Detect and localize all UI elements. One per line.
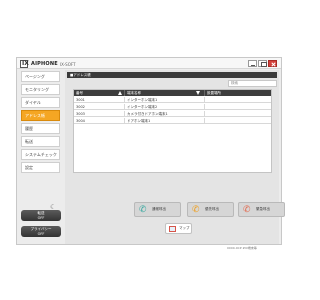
minimize-button[interactable] <box>248 60 257 67</box>
phone-icon: ✆ <box>139 205 147 215</box>
sidebar: ページング モニタリング ダイヤル アドレス帳 履歴 転送 システムチェック 設… <box>21 71 60 175</box>
cell-location <box>204 97 271 103</box>
column-header-location[interactable]: 設置場所 <box>204 90 271 96</box>
sidebar-item-address-book[interactable]: アドレス帳 <box>21 110 60 121</box>
cell-name: インターホン端末1 <box>124 97 204 103</box>
brand-name: AIPHONE <box>31 61 58 67</box>
table-row[interactable]: 3002 インターホン端末2 <box>74 104 271 110</box>
sort-desc-icon[interactable] <box>196 91 200 95</box>
sidebar-item-system-check[interactable]: システムチェック <box>21 149 60 160</box>
sort-asc-icon[interactable] <box>118 91 122 95</box>
transfer-toggle-state: OFF <box>37 215 45 220</box>
product-name: IX-SOFT <box>60 61 76 67</box>
search-input[interactable]: 検索 <box>228 80 277 87</box>
map-icon <box>169 225 176 232</box>
table-row[interactable]: 3003 カメラ付きドアホン端末1 <box>74 111 271 117</box>
sidebar-item-history[interactable]: 履歴 <box>21 123 60 134</box>
table-header-row: 番号 端末名称 設置場所 <box>74 90 271 96</box>
sidebar-item-dial[interactable]: ダイヤル <box>21 97 60 108</box>
maximize-button[interactable] <box>258 60 267 67</box>
cell-location <box>204 104 271 110</box>
priority-call-label: 優先呼出 <box>205 207 219 211</box>
phone-icon: ✆ <box>243 205 251 215</box>
table-row[interactable]: 3004 ドアホン端末1 <box>74 118 271 124</box>
title-bar: IX AIPHONE IX-SOFT <box>17 58 281 69</box>
close-button[interactable] <box>268 60 277 67</box>
ix-logo-icon: IX <box>20 60 29 68</box>
main-panel: ■アドレス帳 検索 番号 端末名称 設置場所 3001 インターホン端末1 30… <box>65 70 285 250</box>
column-header-number[interactable]: 番号 <box>74 90 124 96</box>
cell-number: 3002 <box>76 105 85 109</box>
cell-location <box>204 118 271 124</box>
column-header-name[interactable]: 端末名称 <box>124 90 204 96</box>
section-title: ■アドレス帳 <box>67 72 277 78</box>
emergency-call-label: 緊急呼出 <box>256 207 270 211</box>
status-text: 0000-0CP #IX端末等 <box>227 246 257 250</box>
cell-name: ドアホン端末1 <box>124 118 204 124</box>
cell-name: インターホン端末2 <box>124 104 204 110</box>
cell-name: カメラ付きドアホン端末1 <box>124 111 204 117</box>
map-button[interactable]: マップ <box>165 223 192 234</box>
phone-icon: ✆ <box>192 205 200 215</box>
normal-call-button[interactable]: ✆ 通常呼出 <box>134 202 181 217</box>
cell-number: 3003 <box>76 112 85 116</box>
priority-call-button[interactable]: ✆ 優先呼出 <box>187 202 234 217</box>
transfer-toggle-button[interactable]: 転送 OFF <box>21 210 61 221</box>
sidebar-item-paging[interactable]: ページング <box>21 71 60 82</box>
app-window: IX AIPHONE IX-SOFT ページング モニタリング ダイヤル アドレ… <box>16 57 285 250</box>
sidebar-item-transfer[interactable]: 転送 <box>21 136 60 147</box>
sidebar-item-monitoring[interactable]: モニタリング <box>21 84 60 95</box>
cell-location <box>204 111 271 117</box>
sidebar-item-settings[interactable]: 設定 <box>21 162 60 173</box>
map-label: マップ <box>179 226 190 230</box>
cell-number: 3004 <box>76 119 85 123</box>
cell-number: 3001 <box>76 98 85 102</box>
table-row[interactable]: 3001 インターホン端末1 <box>74 97 271 103</box>
emergency-call-button[interactable]: ✆ 緊急呼出 <box>238 202 285 217</box>
privacy-toggle-state: OFF <box>37 231 45 236</box>
privacy-toggle-button[interactable]: プライバシー OFF <box>21 226 61 237</box>
address-table: 番号 端末名称 設置場所 3001 インターホン端末1 3002 インターホン端… <box>73 89 272 173</box>
normal-call-label: 通常呼出 <box>152 207 166 211</box>
